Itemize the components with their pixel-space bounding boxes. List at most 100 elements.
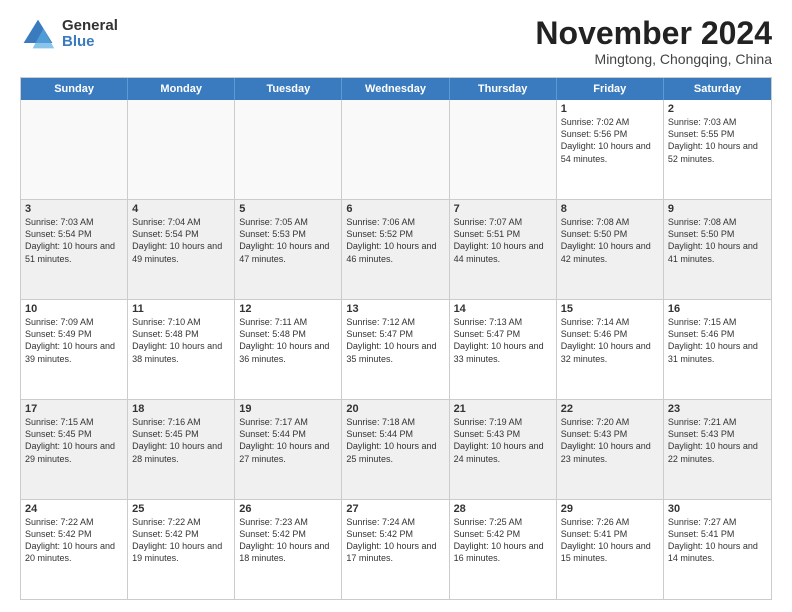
- day-number: 19: [239, 403, 337, 415]
- day-cell: 14Sunrise: 7:13 AM Sunset: 5:47 PM Dayli…: [450, 300, 557, 399]
- day-info: Sunrise: 7:20 AM Sunset: 5:43 PM Dayligh…: [561, 416, 659, 465]
- day-info: Sunrise: 7:14 AM Sunset: 5:46 PM Dayligh…: [561, 316, 659, 365]
- day-info: Sunrise: 7:03 AM Sunset: 5:55 PM Dayligh…: [668, 116, 767, 165]
- weekday-header: Thursday: [450, 78, 557, 100]
- day-info: Sunrise: 7:02 AM Sunset: 5:56 PM Dayligh…: [561, 116, 659, 165]
- day-info: Sunrise: 7:04 AM Sunset: 5:54 PM Dayligh…: [132, 216, 230, 265]
- logo-general: General: [62, 18, 118, 35]
- day-cell: 28Sunrise: 7:25 AM Sunset: 5:42 PM Dayli…: [450, 500, 557, 599]
- calendar-row: 17Sunrise: 7:15 AM Sunset: 5:45 PM Dayli…: [21, 400, 771, 500]
- day-info: Sunrise: 7:17 AM Sunset: 5:44 PM Dayligh…: [239, 416, 337, 465]
- empty-cell: [128, 100, 235, 199]
- day-cell: 22Sunrise: 7:20 AM Sunset: 5:43 PM Dayli…: [557, 400, 664, 499]
- day-cell: 15Sunrise: 7:14 AM Sunset: 5:46 PM Dayli…: [557, 300, 664, 399]
- calendar-row: 10Sunrise: 7:09 AM Sunset: 5:49 PM Dayli…: [21, 300, 771, 400]
- day-number: 18: [132, 403, 230, 415]
- calendar-row: 1Sunrise: 7:02 AM Sunset: 5:56 PM Daylig…: [21, 100, 771, 200]
- day-cell: 3Sunrise: 7:03 AM Sunset: 5:54 PM Daylig…: [21, 200, 128, 299]
- day-number: 2: [668, 103, 767, 115]
- day-cell: 1Sunrise: 7:02 AM Sunset: 5:56 PM Daylig…: [557, 100, 664, 199]
- month-title: November 2024: [535, 16, 772, 51]
- day-info: Sunrise: 7:18 AM Sunset: 5:44 PM Dayligh…: [346, 416, 444, 465]
- day-cell: 11Sunrise: 7:10 AM Sunset: 5:48 PM Dayli…: [128, 300, 235, 399]
- weekday-header: Friday: [557, 78, 664, 100]
- day-info: Sunrise: 7:15 AM Sunset: 5:45 PM Dayligh…: [25, 416, 123, 465]
- calendar-row: 24Sunrise: 7:22 AM Sunset: 5:42 PM Dayli…: [21, 500, 771, 599]
- day-cell: 25Sunrise: 7:22 AM Sunset: 5:42 PM Dayli…: [128, 500, 235, 599]
- day-number: 13: [346, 303, 444, 315]
- day-number: 30: [668, 503, 767, 515]
- empty-cell: [235, 100, 342, 199]
- day-info: Sunrise: 7:23 AM Sunset: 5:42 PM Dayligh…: [239, 516, 337, 565]
- day-cell: 20Sunrise: 7:18 AM Sunset: 5:44 PM Dayli…: [342, 400, 449, 499]
- logo-blue: Blue: [62, 34, 118, 51]
- day-cell: 24Sunrise: 7:22 AM Sunset: 5:42 PM Dayli…: [21, 500, 128, 599]
- day-number: 17: [25, 403, 123, 415]
- day-number: 23: [668, 403, 767, 415]
- day-info: Sunrise: 7:22 AM Sunset: 5:42 PM Dayligh…: [25, 516, 123, 565]
- day-info: Sunrise: 7:08 AM Sunset: 5:50 PM Dayligh…: [668, 216, 767, 265]
- day-number: 29: [561, 503, 659, 515]
- day-info: Sunrise: 7:08 AM Sunset: 5:50 PM Dayligh…: [561, 216, 659, 265]
- day-info: Sunrise: 7:19 AM Sunset: 5:43 PM Dayligh…: [454, 416, 552, 465]
- day-cell: 10Sunrise: 7:09 AM Sunset: 5:49 PM Dayli…: [21, 300, 128, 399]
- location: Mingtong, Chongqing, China: [535, 51, 772, 67]
- logo-text: General Blue: [62, 18, 118, 51]
- day-number: 22: [561, 403, 659, 415]
- day-cell: 9Sunrise: 7:08 AM Sunset: 5:50 PM Daylig…: [664, 200, 771, 299]
- calendar: SundayMondayTuesdayWednesdayThursdayFrid…: [20, 77, 772, 600]
- day-number: 21: [454, 403, 552, 415]
- day-number: 16: [668, 303, 767, 315]
- day-number: 7: [454, 203, 552, 215]
- day-number: 4: [132, 203, 230, 215]
- day-cell: 13Sunrise: 7:12 AM Sunset: 5:47 PM Dayli…: [342, 300, 449, 399]
- empty-cell: [450, 100, 557, 199]
- weekday-header: Monday: [128, 78, 235, 100]
- day-cell: 7Sunrise: 7:07 AM Sunset: 5:51 PM Daylig…: [450, 200, 557, 299]
- header: General Blue November 2024 Mingtong, Cho…: [20, 16, 772, 67]
- day-info: Sunrise: 7:11 AM Sunset: 5:48 PM Dayligh…: [239, 316, 337, 365]
- day-cell: 29Sunrise: 7:26 AM Sunset: 5:41 PM Dayli…: [557, 500, 664, 599]
- calendar-header: SundayMondayTuesdayWednesdayThursdayFrid…: [21, 78, 771, 100]
- day-number: 20: [346, 403, 444, 415]
- day-number: 5: [239, 203, 337, 215]
- calendar-body: 1Sunrise: 7:02 AM Sunset: 5:56 PM Daylig…: [21, 100, 771, 599]
- day-info: Sunrise: 7:09 AM Sunset: 5:49 PM Dayligh…: [25, 316, 123, 365]
- day-cell: 5Sunrise: 7:05 AM Sunset: 5:53 PM Daylig…: [235, 200, 342, 299]
- weekday-header: Saturday: [664, 78, 771, 100]
- day-cell: 26Sunrise: 7:23 AM Sunset: 5:42 PM Dayli…: [235, 500, 342, 599]
- day-number: 10: [25, 303, 123, 315]
- day-info: Sunrise: 7:07 AM Sunset: 5:51 PM Dayligh…: [454, 216, 552, 265]
- day-info: Sunrise: 7:21 AM Sunset: 5:43 PM Dayligh…: [668, 416, 767, 465]
- day-cell: 30Sunrise: 7:27 AM Sunset: 5:41 PM Dayli…: [664, 500, 771, 599]
- day-info: Sunrise: 7:12 AM Sunset: 5:47 PM Dayligh…: [346, 316, 444, 365]
- day-cell: 12Sunrise: 7:11 AM Sunset: 5:48 PM Dayli…: [235, 300, 342, 399]
- day-cell: 8Sunrise: 7:08 AM Sunset: 5:50 PM Daylig…: [557, 200, 664, 299]
- day-cell: 19Sunrise: 7:17 AM Sunset: 5:44 PM Dayli…: [235, 400, 342, 499]
- day-number: 27: [346, 503, 444, 515]
- day-info: Sunrise: 7:16 AM Sunset: 5:45 PM Dayligh…: [132, 416, 230, 465]
- day-number: 26: [239, 503, 337, 515]
- day-number: 1: [561, 103, 659, 115]
- day-info: Sunrise: 7:27 AM Sunset: 5:41 PM Dayligh…: [668, 516, 767, 565]
- day-cell: 2Sunrise: 7:03 AM Sunset: 5:55 PM Daylig…: [664, 100, 771, 199]
- day-number: 3: [25, 203, 123, 215]
- day-number: 15: [561, 303, 659, 315]
- weekday-header: Sunday: [21, 78, 128, 100]
- weekday-header: Tuesday: [235, 78, 342, 100]
- day-info: Sunrise: 7:15 AM Sunset: 5:46 PM Dayligh…: [668, 316, 767, 365]
- day-info: Sunrise: 7:10 AM Sunset: 5:48 PM Dayligh…: [132, 316, 230, 365]
- day-info: Sunrise: 7:26 AM Sunset: 5:41 PM Dayligh…: [561, 516, 659, 565]
- day-number: 25: [132, 503, 230, 515]
- title-block: November 2024 Mingtong, Chongqing, China: [535, 16, 772, 67]
- calendar-row: 3Sunrise: 7:03 AM Sunset: 5:54 PM Daylig…: [21, 200, 771, 300]
- day-cell: 6Sunrise: 7:06 AM Sunset: 5:52 PM Daylig…: [342, 200, 449, 299]
- day-cell: 18Sunrise: 7:16 AM Sunset: 5:45 PM Dayli…: [128, 400, 235, 499]
- day-number: 24: [25, 503, 123, 515]
- logo-icon: [20, 16, 56, 52]
- day-cell: 4Sunrise: 7:04 AM Sunset: 5:54 PM Daylig…: [128, 200, 235, 299]
- day-info: Sunrise: 7:24 AM Sunset: 5:42 PM Dayligh…: [346, 516, 444, 565]
- day-info: Sunrise: 7:13 AM Sunset: 5:47 PM Dayligh…: [454, 316, 552, 365]
- day-number: 12: [239, 303, 337, 315]
- day-number: 14: [454, 303, 552, 315]
